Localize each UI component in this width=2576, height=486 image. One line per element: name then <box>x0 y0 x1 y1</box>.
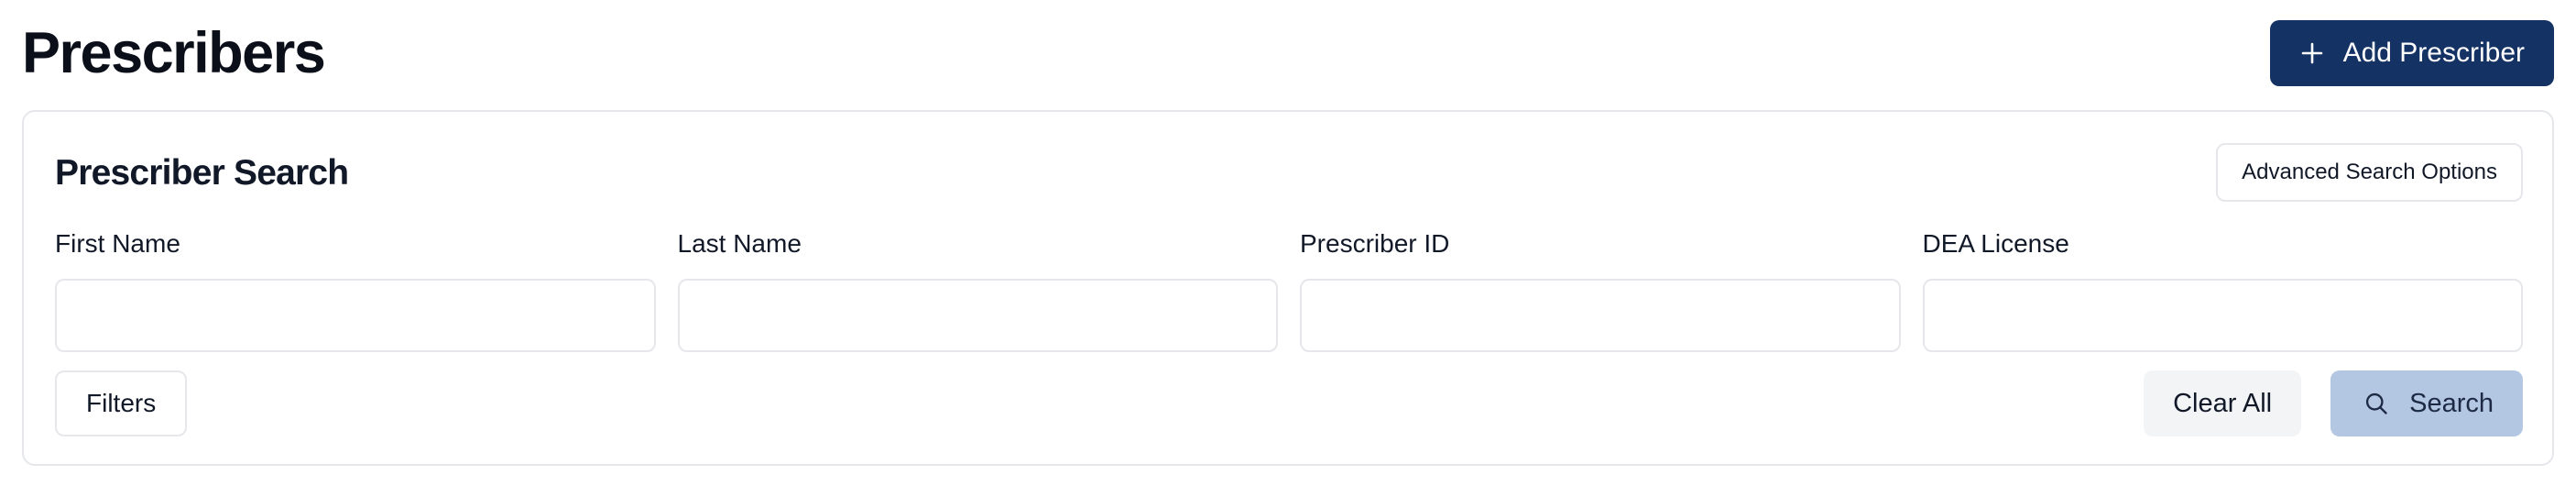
last-name-field: Last Name <box>677 229 1278 352</box>
add-prescriber-label: Add Prescriber <box>2342 38 2525 68</box>
add-prescriber-button[interactable]: Add Prescriber <box>2269 20 2554 86</box>
search-actions: Clear All Search <box>2144 370 2523 436</box>
filters-button[interactable]: Filters <box>55 370 188 436</box>
last-name-label: Last Name <box>677 229 802 258</box>
search-button[interactable]: Search <box>2330 370 2523 436</box>
first-name-field: First Name <box>55 231 656 352</box>
search-fields: First Name Last Name Prescriber ID DEA L… <box>55 231 2523 352</box>
dea-license-field: DEA License <box>1922 229 2523 352</box>
plus-icon <box>2301 42 2323 64</box>
prescriber-search-card: Prescriber Search Advanced Search Option… <box>22 110 2554 466</box>
advanced-search-options-button[interactable]: Advanced Search Options <box>2216 143 2523 202</box>
last-name-input[interactable] <box>677 279 1278 352</box>
search-actions-row: Filters Clear All Search <box>55 370 2523 436</box>
first-name-label: First Name <box>55 229 180 258</box>
prescriber-id-input[interactable] <box>1300 279 1901 352</box>
page-header: Prescribers Add Prescriber <box>22 0 2554 106</box>
dea-license-label: DEA License <box>1922 229 2069 258</box>
prescribers-page: Prescribers Add Prescriber Prescriber Se… <box>0 0 2576 486</box>
card-title: Prescriber Search <box>55 153 349 193</box>
prescriber-id-field: Prescriber ID <box>1300 231 1901 352</box>
first-name-input[interactable] <box>55 279 656 352</box>
clear-all-button[interactable]: Clear All <box>2144 370 2302 436</box>
page-title: Prescribers <box>22 20 326 85</box>
prescriber-id-label: Prescriber ID <box>1300 229 1450 258</box>
dea-license-input[interactable] <box>1922 279 2523 352</box>
search-button-label: Search <box>2409 388 2494 418</box>
search-icon <box>2363 391 2389 416</box>
